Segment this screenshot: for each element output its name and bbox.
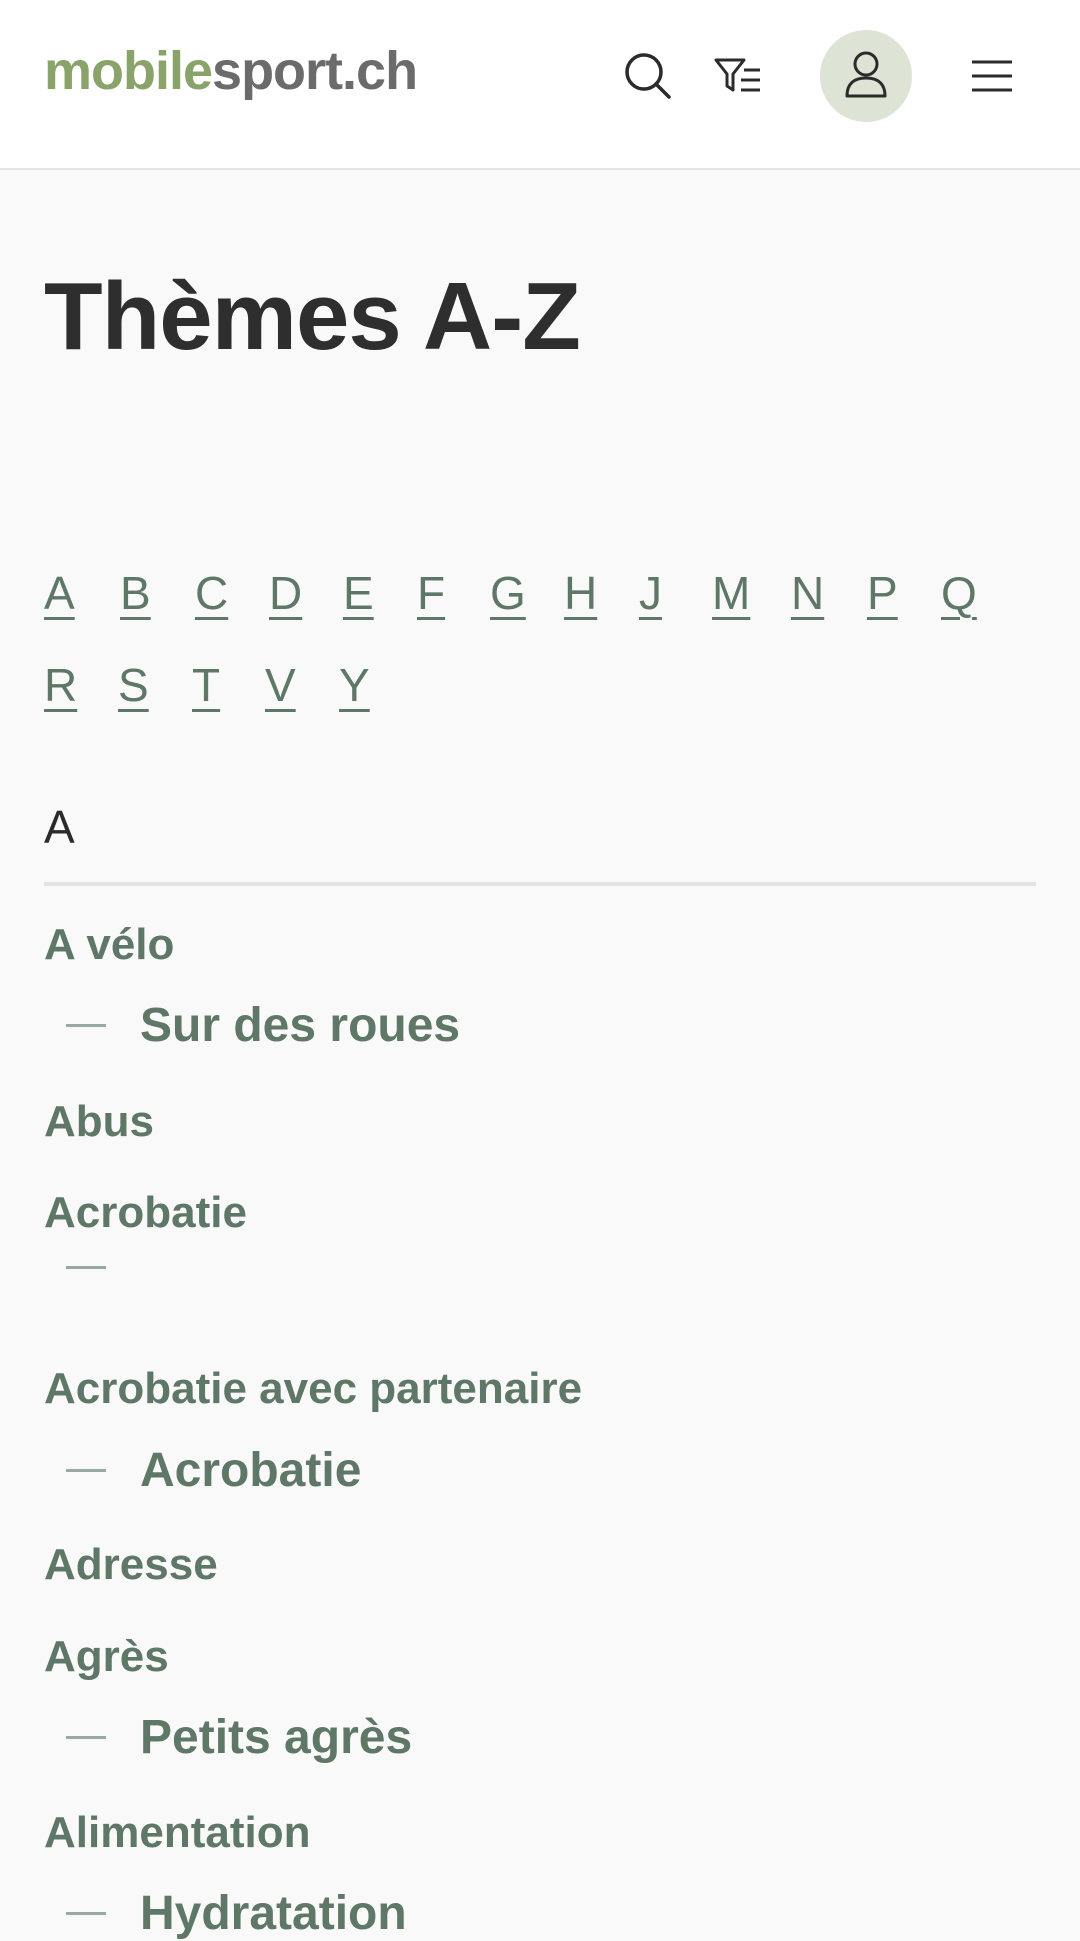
subtheme-item: Petits agrès [66, 1710, 412, 1765]
menu-icon[interactable] [968, 52, 1016, 100]
letter-link-v[interactable]: V [265, 658, 296, 712]
section-letter: A [44, 801, 75, 853]
subtheme-item [66, 1266, 140, 1269]
letter-link-g[interactable]: G [490, 566, 526, 620]
letter-link-h[interactable]: H [564, 566, 597, 620]
section-divider [44, 882, 1036, 886]
dash-marker [66, 1266, 106, 1269]
search-icon[interactable] [620, 48, 676, 104]
site-logo[interactable]: mobilesport.ch [44, 40, 418, 102]
subtheme-item: Sur des roues [66, 998, 460, 1053]
letter-link-b[interactable]: B [120, 566, 151, 620]
logo-part-mobile: mobile [44, 41, 213, 101]
user-account-button[interactable] [820, 30, 912, 122]
letter-link-r[interactable]: R [44, 658, 77, 712]
letter-link-d[interactable]: D [269, 566, 302, 620]
dash-marker [66, 1736, 106, 1739]
dash-marker [66, 1469, 106, 1472]
theme-link[interactable]: Alimentation [44, 1808, 310, 1858]
logo-part-sport: sport.ch [212, 41, 418, 101]
letter-link-f[interactable]: F [417, 566, 445, 620]
letter-link-j[interactable]: J [639, 566, 662, 620]
theme-link[interactable]: Abus [44, 1097, 154, 1147]
user-icon [844, 50, 888, 103]
letter-link-p[interactable]: P [867, 566, 898, 620]
dash-marker [66, 1912, 106, 1915]
subtheme-link[interactable]: Acrobatie [140, 1443, 361, 1498]
subtheme-link[interactable]: Hydratation [140, 1886, 407, 1941]
site-header: mobilesport.ch [0, 0, 1080, 170]
letter-link-s[interactable]: S [118, 658, 149, 712]
theme-link[interactable]: Agrès [44, 1632, 169, 1682]
theme-link[interactable]: Acrobatie avec partenaire [44, 1364, 582, 1414]
letter-link-e[interactable]: E [343, 566, 374, 620]
theme-link[interactable]: Adresse [44, 1540, 218, 1590]
filter-icon[interactable] [710, 50, 766, 102]
subtheme-link[interactable]: Sur des roues [140, 998, 460, 1053]
letter-link-m[interactable]: M [712, 566, 750, 620]
letter-link-q[interactable]: Q [941, 566, 977, 620]
letter-link-n[interactable]: N [791, 566, 824, 620]
letter-link-a[interactable]: A [44, 566, 75, 620]
letter-link-c[interactable]: C [195, 566, 228, 620]
letter-link-y[interactable]: Y [339, 658, 370, 712]
dash-marker [66, 1024, 106, 1027]
page-title: Thèmes A-Z [44, 263, 581, 370]
letter-link-t[interactable]: T [192, 658, 220, 712]
subtheme-item: Acrobatie [66, 1443, 361, 1498]
subtheme-link[interactable]: Petits agrès [140, 1710, 412, 1765]
theme-link[interactable]: A vélo [44, 920, 174, 970]
theme-link[interactable]: Acrobatie [44, 1188, 247, 1238]
subtheme-item: Hydratation [66, 1886, 407, 1941]
